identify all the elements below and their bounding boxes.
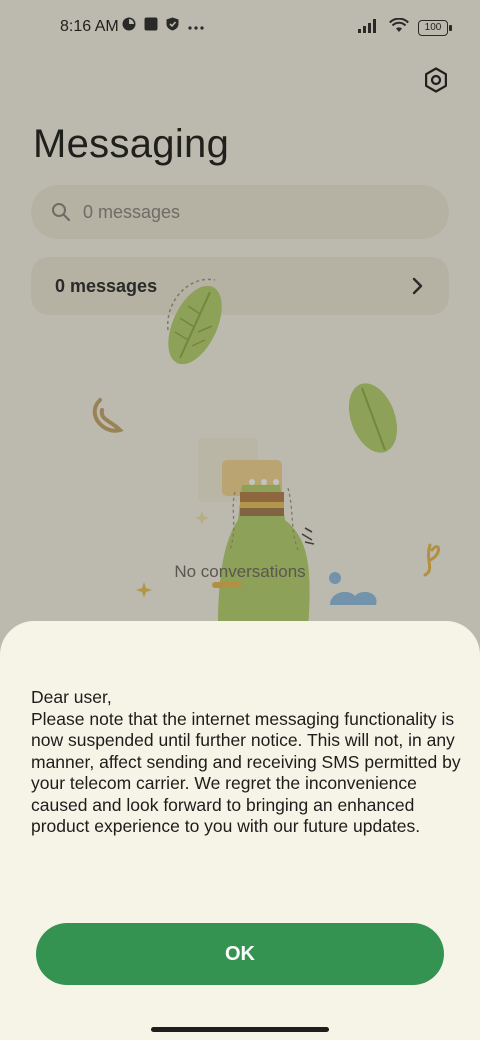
dialog-greeting: Dear user, (31, 687, 112, 707)
dialog-body: Please note that the internet messaging … (31, 708, 461, 837)
ok-button[interactable]: OK (36, 923, 444, 985)
notice-dialog: Dear user, Please note that the internet… (0, 621, 480, 1040)
home-indicator[interactable] (151, 1027, 329, 1032)
messaging-screen: 8:16 AM 100 Messaging 0 messages 0 messa… (0, 0, 480, 1040)
dialog-message: Dear user, Please note that the internet… (31, 687, 461, 838)
